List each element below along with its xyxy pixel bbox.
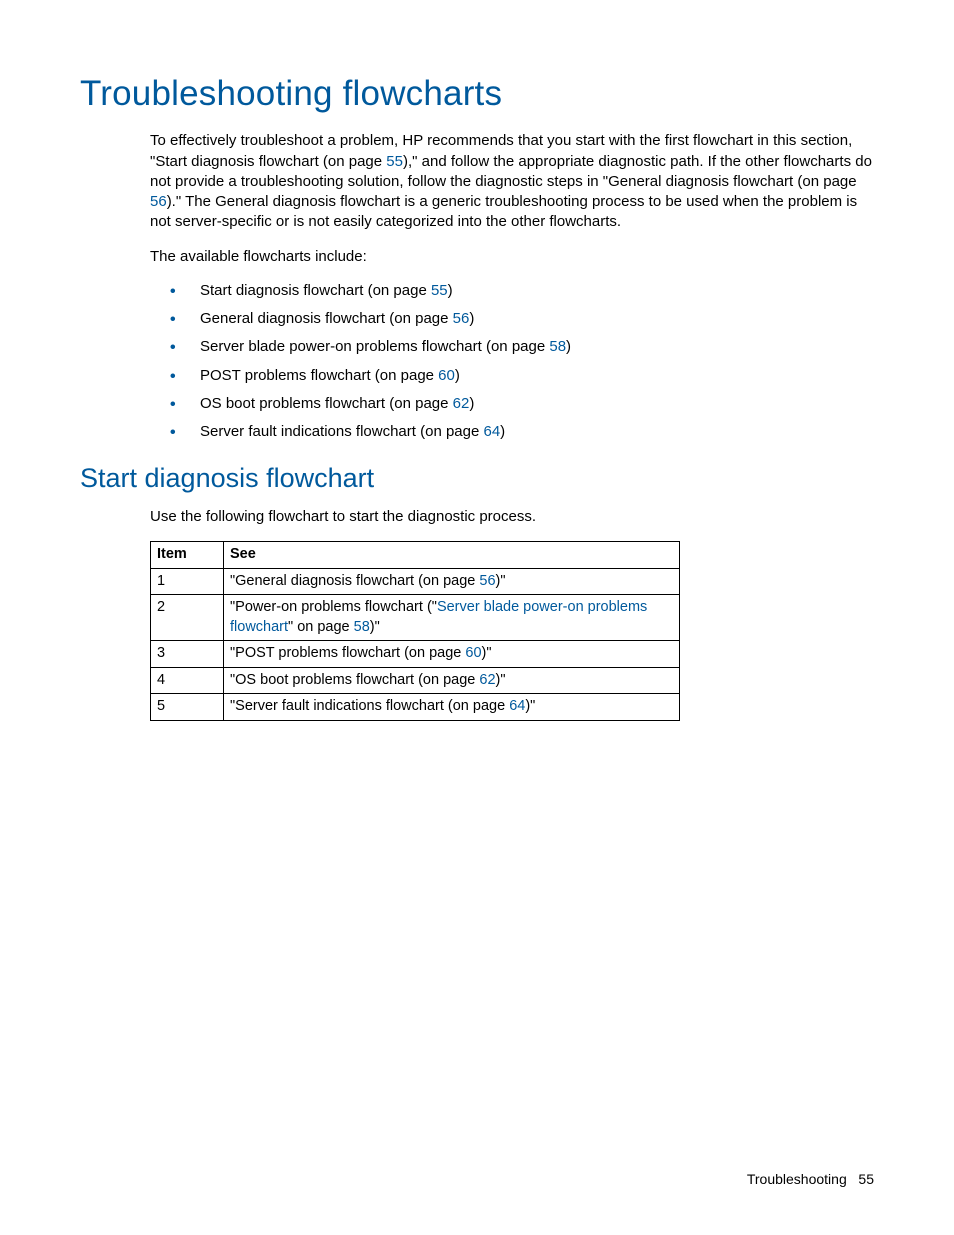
page-link[interactable]: 64 (483, 423, 500, 440)
page-link[interactable]: 56 (453, 310, 470, 327)
cell-item: 4 (151, 667, 224, 694)
flowchart-list: Start diagnosis flowchart (on page 55) G… (170, 281, 874, 443)
list-text: ) (448, 282, 453, 299)
page-link-55[interactable]: 55 (386, 153, 403, 170)
cell-see: "General diagnosis flowchart (on page 56… (224, 568, 680, 595)
list-item: Server blade power-on problems flowchart… (170, 337, 874, 357)
list-item: OS boot problems flowchart (on page 62) (170, 394, 874, 414)
cell-text: )" (496, 573, 506, 589)
page-link[interactable]: 55 (431, 282, 448, 299)
list-text: ) (455, 367, 460, 384)
table-row: 3 "POST problems flowchart (on page 60)" (151, 641, 680, 668)
table-row: 2 "Power-on problems flowchart ("Server … (151, 595, 680, 641)
footer-page-number: 55 (858, 1171, 874, 1187)
cell-text: )" (525, 698, 535, 714)
cell-see: "OS boot problems flowchart (on page 62)… (224, 667, 680, 694)
page-link[interactable]: 64 (509, 698, 525, 714)
col-see: See (224, 541, 680, 568)
cell-see: "POST problems flowchart (on page 60)" (224, 641, 680, 668)
page-link[interactable]: 60 (465, 645, 481, 661)
cell-text: )" (496, 672, 506, 688)
table-header-row: Item See (151, 541, 680, 568)
cell-text: )" (370, 619, 380, 635)
cell-item: 3 (151, 641, 224, 668)
col-item: Item (151, 541, 224, 568)
cell-text: "Server fault indications flowchart (on … (230, 698, 509, 714)
list-item: POST problems flowchart (on page 60) (170, 366, 874, 386)
page-title: Troubleshooting flowcharts (80, 70, 874, 117)
cell-item: 1 (151, 568, 224, 595)
cell-see: "Server fault indications flowchart (on … (224, 694, 680, 721)
list-text: POST problems flowchart (on page (200, 367, 438, 384)
cell-text: "POST problems flowchart (on page (230, 645, 465, 661)
cell-text: )" (482, 645, 492, 661)
page-link[interactable]: 58 (549, 338, 566, 355)
page-link[interactable]: 62 (453, 395, 470, 412)
intro-paragraph-2: The available flowcharts include: (150, 247, 874, 267)
list-text: Start diagnosis flowchart (on page (200, 282, 431, 299)
intro-paragraph-1: To effectively troubleshoot a problem, H… (150, 131, 874, 232)
list-text: ) (500, 423, 505, 440)
section-title: Start diagnosis flowchart (80, 460, 874, 496)
section-intro: Use the following flowchart to start the… (150, 507, 874, 527)
list-text: General diagnosis flowchart (on page (200, 310, 453, 327)
cell-text: " on page (288, 619, 354, 635)
flowchart-table: Item See 1 "General diagnosis flowchart … (150, 541, 680, 721)
list-text: ) (566, 338, 571, 355)
page-footer: Troubleshooting 55 (747, 1170, 874, 1189)
table-row: 1 "General diagnosis flowchart (on page … (151, 568, 680, 595)
table-row: 5 "Server fault indications flowchart (o… (151, 694, 680, 721)
cell-text: "Power-on problems flowchart (" (230, 599, 437, 615)
list-item: General diagnosis flowchart (on page 56) (170, 309, 874, 329)
cell-item: 2 (151, 595, 224, 641)
list-text: ) (469, 310, 474, 327)
cell-see: "Power-on problems flowchart ("Server bl… (224, 595, 680, 641)
page-link-56[interactable]: 56 (150, 193, 167, 210)
intro-text: )." The General diagnosis flowchart is a… (150, 193, 857, 230)
footer-label: Troubleshooting (747, 1171, 847, 1187)
list-text: Server fault indications flowchart (on p… (200, 423, 483, 440)
cell-text: "OS boot problems flowchart (on page (230, 672, 479, 688)
list-text: Server blade power-on problems flowchart… (200, 338, 549, 355)
page-link[interactable]: 58 (354, 619, 370, 635)
page-link[interactable]: 56 (479, 573, 495, 589)
list-item: Server fault indications flowchart (on p… (170, 422, 874, 442)
page-link[interactable]: 60 (438, 367, 455, 384)
table-row: 4 "OS boot problems flowchart (on page 6… (151, 667, 680, 694)
list-text: OS boot problems flowchart (on page (200, 395, 453, 412)
page-link[interactable]: 62 (479, 672, 495, 688)
list-text: ) (469, 395, 474, 412)
list-item: Start diagnosis flowchart (on page 55) (170, 281, 874, 301)
cell-item: 5 (151, 694, 224, 721)
cell-text: "General diagnosis flowchart (on page (230, 573, 479, 589)
